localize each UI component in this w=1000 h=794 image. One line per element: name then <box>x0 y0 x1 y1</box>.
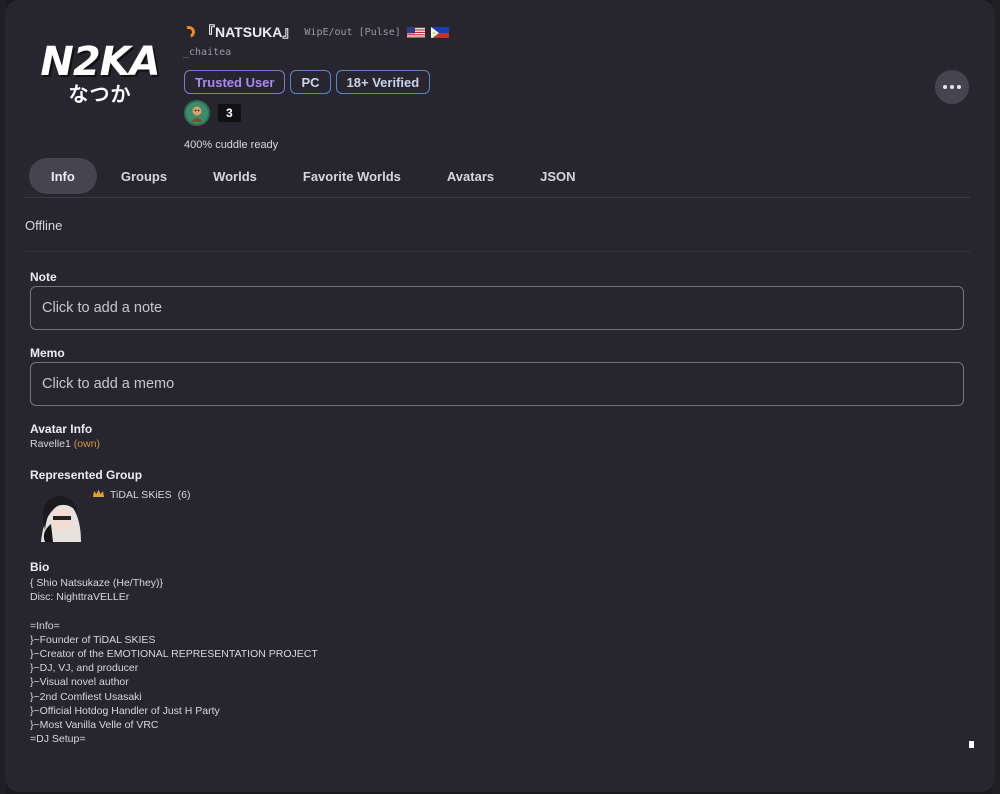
logo-sub-text: なつか <box>68 82 132 106</box>
name-row: 『NATSUKA』 WipE/out [Pulse] <box>181 22 449 42</box>
section-divider <box>25 251 970 252</box>
tabs-divider <box>25 197 970 198</box>
note-input[interactable] <box>30 286 964 330</box>
platform-badge: PC <box>290 70 331 94</box>
ellipsis-icon <box>950 85 954 89</box>
logo-main-text: N2KA <box>40 39 160 85</box>
group-name: TiDAL SKiES <box>110 489 172 501</box>
own-tag: (own) <box>73 438 101 450</box>
group-name-row[interactable]: TiDAL SKiES (6) <box>93 489 191 501</box>
mutual-count-badge: 3 <box>218 104 241 122</box>
status-indicator-icon <box>181 24 197 40</box>
trust-rank-badge: Trusted User <box>184 70 286 94</box>
tab-json[interactable]: JSON <box>518 158 597 194</box>
ellipsis-icon <box>957 85 961 89</box>
crown-icon <box>93 489 104 501</box>
tab-favorite-worlds[interactable]: Favorite Worlds <box>281 158 423 194</box>
username: _chaitea <box>183 47 232 58</box>
user-profile-logo: N2KA なつか <box>35 38 165 110</box>
ellipsis-icon <box>943 85 947 89</box>
profile-tabs: Info Groups Worlds Favorite Worlds Avata… <box>29 158 600 194</box>
tab-info[interactable]: Info <box>29 158 97 194</box>
age-verified-badge: 18+ Verified <box>335 70 431 94</box>
display-name: 『NATSUKA』 <box>201 24 297 40</box>
tab-worlds[interactable]: Worlds <box>191 158 279 194</box>
represented-group-label: Represented Group <box>30 468 143 482</box>
more-options-button[interactable] <box>935 70 969 104</box>
platform-tag: WipE/out [Pulse] <box>304 26 401 38</box>
user-profile-dialog: N2KA なつか 『NATSUKA』 WipE/out [Pulse] _cha… <box>5 0 995 792</box>
avatar-name-link[interactable]: Ravelle1 <box>30 438 71 450</box>
memo-input[interactable] <box>30 362 964 406</box>
tab-groups[interactable]: Groups <box>99 158 189 194</box>
bio-text: { Shio Natsukaze (He/They)} Disc: Nightt… <box>30 577 318 744</box>
note-label: Note <box>30 270 57 284</box>
memo-label: Memo <box>30 346 65 360</box>
group-icon-image[interactable] <box>31 490 85 542</box>
bio-label: Bio <box>30 560 50 574</box>
avatar-info-value: Ravelle1 (own) <box>30 438 100 450</box>
scroll-indicator <box>969 741 974 748</box>
presence-status: Offline <box>25 218 63 233</box>
trust-badges: Trusted User PC 18+ Verified <box>184 70 431 94</box>
friend-avatar[interactable] <box>184 100 210 126</box>
mutual-friends-row: 3 <box>184 100 241 126</box>
status-description: 400% cuddle ready <box>184 139 279 151</box>
tab-avatars[interactable]: Avatars <box>425 158 516 194</box>
group-member-count: (6) <box>177 489 191 501</box>
ph-flag-icon <box>430 26 449 38</box>
us-flag-icon <box>406 26 425 38</box>
avatar-info-label: Avatar Info <box>30 422 93 436</box>
